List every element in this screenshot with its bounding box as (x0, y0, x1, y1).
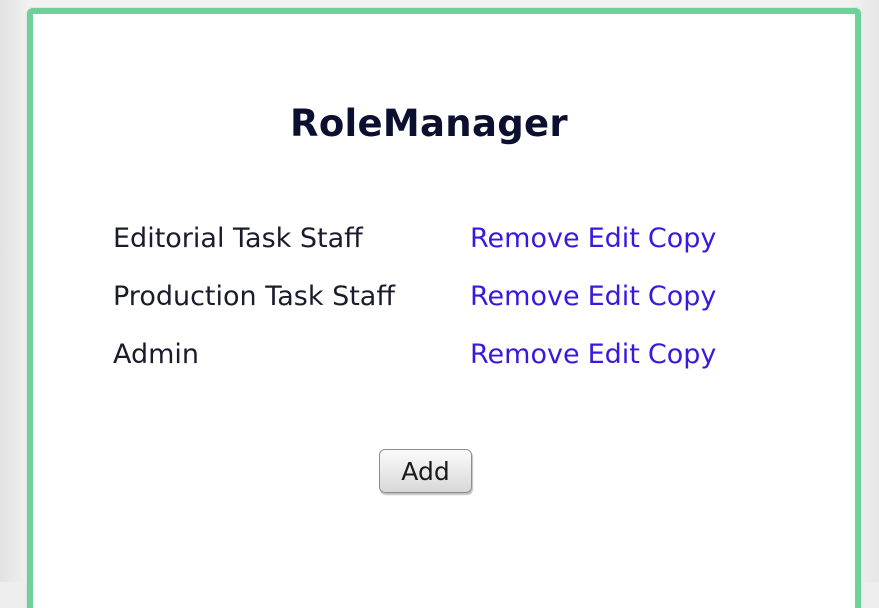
role-manager-panel: RoleManager Editorial Task Staff Remove … (27, 8, 861, 608)
role-actions: Remove Edit Copy (470, 221, 716, 257)
edit-link[interactable]: Edit (588, 337, 640, 373)
role-name: Admin (113, 339, 200, 370)
edit-link[interactable]: Edit (588, 221, 640, 257)
add-role-button[interactable]: Add (379, 449, 472, 493)
copy-link[interactable]: Copy (648, 221, 717, 257)
copy-link[interactable]: Copy (648, 337, 717, 373)
copy-link[interactable]: Copy (648, 279, 717, 315)
page-title: RoleManager (290, 102, 568, 145)
role-row-admin: Admin Remove Edit Copy (113, 337, 716, 395)
edit-link[interactable]: Edit (588, 279, 640, 315)
role-actions: Remove Edit Copy (470, 337, 716, 373)
role-name: Production Task Staff (113, 281, 395, 312)
role-row-editorial-task-staff: Editorial Task Staff Remove Edit Copy (113, 221, 716, 279)
role-row-production-task-staff: Production Task Staff Remove Edit Copy (113, 279, 716, 337)
remove-link[interactable]: Remove (470, 279, 580, 315)
remove-link[interactable]: Remove (470, 337, 580, 373)
remove-link[interactable]: Remove (470, 221, 580, 257)
role-list: Editorial Task Staff Remove Edit Copy Pr… (113, 221, 716, 395)
role-actions: Remove Edit Copy (470, 279, 716, 315)
role-name: Editorial Task Staff (113, 223, 363, 254)
